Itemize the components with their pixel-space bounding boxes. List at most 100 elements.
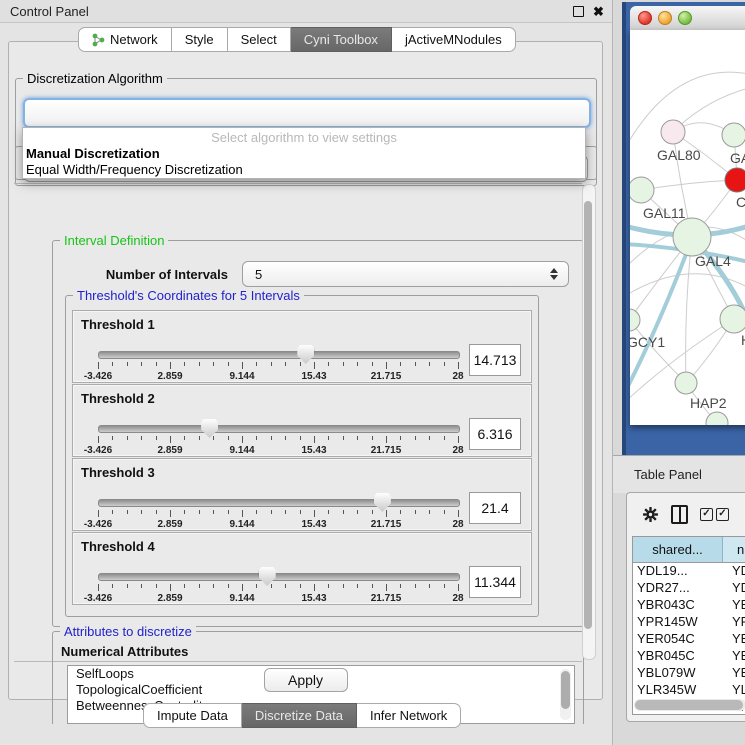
threshold-slider[interactable]: -3.4262.8599.14415.4321.71528 (98, 495, 458, 525)
table-panel-body: ✓ ✓ shared... n YDL19...YDL1YDR27...YDR2… (626, 492, 745, 722)
num-intervals-spinner[interactable]: 5 (242, 261, 569, 287)
dropdown-option[interactable]: Equal Width/Frequency Discretization (23, 162, 585, 178)
float-button[interactable] (572, 5, 585, 18)
tick-label: 21.715 (371, 519, 402, 530)
slider-track[interactable] (98, 573, 460, 581)
network-node-H-partial-right[interactable] (720, 305, 745, 333)
right-panel: GAL80GACGAL11GAL4GCY1HHAP2 Table Panel (613, 0, 745, 745)
tab-label: Infer Network (370, 708, 447, 723)
apply-button[interactable]: Apply (264, 668, 348, 692)
tab-infer-network[interactable]: Infer Network (357, 703, 461, 728)
slider-track[interactable] (98, 351, 460, 359)
tab-network[interactable]: Network (78, 27, 172, 52)
slider-ticks (98, 436, 458, 443)
slider-ticks (98, 584, 458, 591)
algorithm-combobox[interactable] (23, 98, 591, 128)
tab-discretize-data[interactable]: Discretize Data (242, 703, 357, 728)
slider-track[interactable] (98, 499, 460, 507)
panel-title: Control Panel (10, 4, 572, 19)
threshold-value-field[interactable]: 11.344 (469, 566, 521, 598)
split-view-icon[interactable] (671, 506, 688, 523)
dropdown-option[interactable]: Manual Discretization (23, 146, 585, 162)
threshold-value-field[interactable]: 6.316 (469, 418, 521, 450)
slider-ticks (98, 362, 458, 369)
network-canvas[interactable]: GAL80GACGAL11GAL4GCY1HHAP2 (630, 30, 745, 425)
table-toolbar: ✓ ✓ (627, 493, 745, 535)
network-edge[interactable] (641, 180, 737, 190)
tick-label: 15.43 (301, 593, 326, 604)
table-row[interactable]: YBR045CYBR0 (633, 648, 745, 665)
tab-cyni-toolbox[interactable]: Cyni Toolbox (291, 27, 392, 52)
table-row[interactable]: YLR345WYLR3 (633, 682, 745, 699)
table-cell: YBR045C (633, 648, 726, 665)
close-traffic-light-icon[interactable] (638, 11, 652, 25)
checkbox-checked-icon: ✓ (700, 508, 713, 521)
algorithm-dropdown-popup: Select algorithm to view settings Manual… (22, 127, 586, 179)
network-graph: GAL80GACGAL11GAL4GCY1HHAP2 (630, 30, 745, 425)
tick-label: 21.715 (371, 593, 402, 604)
tab-select[interactable]: Select (228, 27, 291, 52)
table-row[interactable]: YBR043CYBR0 (633, 597, 745, 614)
table-horizontal-scrollbar[interactable] (634, 699, 745, 711)
gear-icon[interactable] (642, 506, 659, 523)
threshold-panel: Threshold 4 -3.4262.8599.14415.4321.71528… (72, 532, 532, 605)
threshold-value-field[interactable]: 21.4 (469, 492, 521, 524)
column-visibility-icons[interactable]: ✓ ✓ (700, 508, 729, 521)
network-node-GAL-partial-topright[interactable] (722, 123, 745, 147)
tab-impute-data[interactable]: Impute Data (143, 703, 242, 728)
network-node-GAL80[interactable] (661, 120, 685, 144)
column-header-shared-name[interactable]: shared... (633, 537, 723, 562)
network-node-label: C (736, 194, 745, 210)
node-table[interactable]: shared... n YDL19...YDL1YDR27...YDR2YBR0… (632, 536, 745, 715)
table-cell: YDL1 (726, 563, 745, 580)
threshold-label: Threshold 1 (81, 317, 155, 332)
algorithm-group-label: Discretization Algorithm (23, 71, 167, 86)
table-row[interactable]: YER054CYER0 (633, 631, 745, 648)
tab-jactivemnodules[interactable]: jActiveMNodules (392, 27, 516, 52)
float-icon (573, 6, 584, 17)
tick-label: 15.43 (301, 371, 326, 382)
close-button[interactable]: ✖ (592, 5, 605, 18)
top-tab-bar: NetworkStyle Select Cyni ToolboxjActiveMNo… (78, 27, 516, 52)
network-icon (92, 33, 105, 47)
zoom-traffic-light-icon[interactable] (678, 11, 692, 25)
slider-track[interactable] (98, 425, 460, 433)
network-node-GCY1[interactable] (630, 309, 640, 331)
num-intervals-label: Number of Intervals (73, 267, 242, 282)
tab-style[interactable]: Style (172, 27, 228, 52)
network-node-red-selected-node[interactable] (725, 168, 745, 192)
tick-label: 9.144 (229, 519, 254, 530)
attributes-group-label: Attributes to discretize (60, 624, 196, 639)
slider-tick-labels: -3.4262.8599.14415.4321.71528 (98, 371, 458, 383)
tick-label: -3.426 (84, 593, 112, 604)
slider-tick-labels: -3.4262.8599.14415.4321.71528 (98, 519, 458, 531)
settings-vertical-scrollbar[interactable] (582, 184, 596, 660)
slider-tick-labels: -3.4262.8599.14415.4321.71528 (98, 445, 458, 457)
threshold-slider[interactable]: -3.4262.8599.14415.4321.71528 (98, 347, 458, 377)
network-node-GAL11[interactable] (630, 177, 654, 203)
threshold-value-field[interactable]: 14.713 (469, 344, 521, 376)
network-node-GAL4[interactable] (673, 218, 711, 256)
tick-label: 2.859 (157, 371, 182, 382)
threshold-label: Threshold 4 (81, 539, 155, 554)
network-edge[interactable] (686, 237, 692, 383)
network-node-HAP2[interactable] (675, 372, 697, 394)
table-row[interactable]: YPR145WYPR1 (633, 614, 745, 631)
table-cell: YDR27... (633, 580, 726, 597)
table-cell: YBR043C (633, 597, 726, 614)
tab-label: Select (241, 32, 277, 47)
minimize-traffic-light-icon[interactable] (658, 11, 672, 25)
tab-label: Impute Data (157, 708, 228, 723)
table-row[interactable]: YDR27...YDR2 (633, 580, 745, 597)
threshold-slider[interactable]: -3.4262.8599.14415.4321.71528 (98, 421, 458, 451)
tick-label: 28 (452, 445, 463, 456)
column-header-name[interactable]: n (723, 537, 745, 562)
table-cell: YER054C (633, 631, 726, 648)
network-node-label: GAL11 (643, 205, 686, 221)
network-window[interactable]: GAL80GACGAL11GAL4GCY1HHAP2 (622, 2, 745, 455)
slider-tick-labels: -3.4262.8599.14415.4321.71528 (98, 593, 458, 605)
threshold-slider[interactable]: -3.4262.8599.14415.4321.71528 (98, 569, 458, 599)
table-row[interactable]: YBL079WYBL0 (633, 665, 745, 682)
table-row[interactable]: YDL19...YDL1 (633, 563, 745, 580)
threshold-panel: Threshold 2-3.4262.8599.14415.4321.71528… (72, 384, 532, 457)
